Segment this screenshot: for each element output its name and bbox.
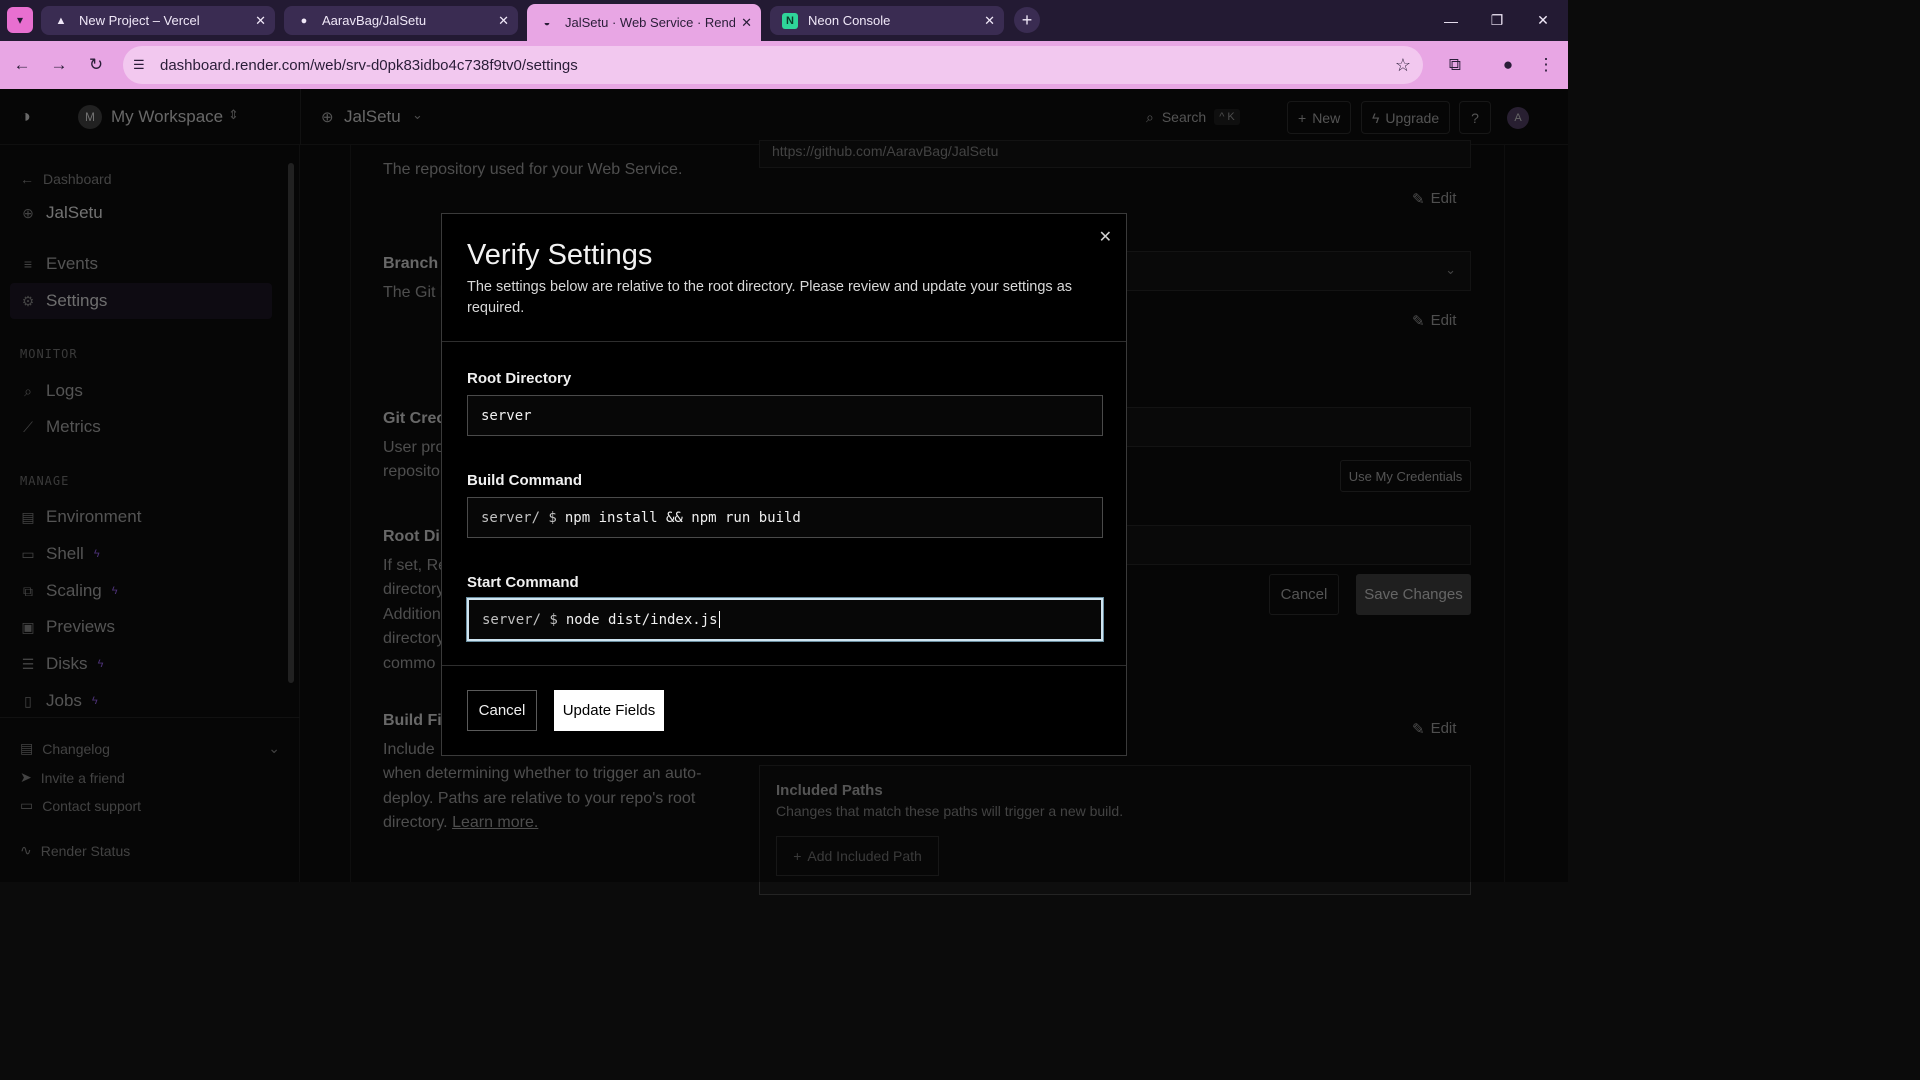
start-command-prefix: server/ $ [482, 611, 558, 628]
github-icon: ● [300, 14, 308, 27]
render-logo-icon: ◒ [543, 16, 551, 29]
forward-arrow-icon[interactable]: → [46, 52, 72, 78]
cancel-button[interactable]: Cancel [467, 690, 537, 731]
root-directory-label: Root Directory [467, 370, 572, 387]
browser-tab-bar: ▾ ▲ New Project – Vercel ✕ ● AaravBag/Ja… [0, 0, 1568, 41]
update-fields-button[interactable]: Update Fields [554, 690, 664, 731]
build-command-prefix: server/ $ [481, 509, 557, 526]
start-command-value: node dist/index.js [565, 611, 718, 628]
close-icon[interactable]: ✕ [1099, 227, 1112, 247]
verify-settings-modal: ✕ Verify Settings The settings below are… [441, 213, 1127, 756]
url-input[interactable]: ☰ dashboard.render.com/web/srv-d0pk83idb… [123, 46, 1423, 84]
text-caret [718, 611, 720, 628]
modal-description: The settings below are relative to the r… [467, 279, 1073, 316]
root-directory-value: server [481, 407, 532, 424]
browser-tab-render[interactable]: ◒ JalSetu · Web Service · Render ✕ [527, 4, 761, 41]
bookmark-star-icon[interactable]: ☆ [1395, 55, 1411, 76]
modal-title: Verify Settings [467, 239, 653, 271]
tab-search-chevron-icon[interactable]: ▾ [7, 7, 33, 33]
tab-title: Neon Console [808, 13, 891, 28]
tab-title: New Project – Vercel [79, 13, 200, 28]
close-tab-icon[interactable]: ✕ [255, 13, 266, 29]
browser-tab-neon[interactable]: N Neon Console ✕ [770, 6, 1004, 35]
browser-address-bar: ← → ↻ ☰ dashboard.render.com/web/srv-d0p… [0, 41, 1568, 89]
close-window-icon[interactable]: ✕ [1520, 0, 1566, 41]
neon-logo-icon: N [782, 12, 798, 29]
minimize-window-icon[interactable]: — [1428, 0, 1474, 41]
close-tab-icon[interactable]: ✕ [498, 13, 509, 29]
profile-avatar-icon[interactable]: ● [1495, 52, 1521, 78]
build-command-input[interactable]: server/ $ npm install && npm run build [467, 497, 1103, 538]
reload-icon[interactable]: ↻ [83, 52, 109, 78]
modal-divider [442, 341, 1126, 342]
root-directory-input[interactable]: server [467, 395, 1103, 436]
new-tab-plus-icon[interactable]: + [1014, 7, 1040, 33]
close-tab-icon[interactable]: ✕ [984, 13, 995, 29]
restore-window-icon[interactable]: ❐ [1474, 0, 1520, 41]
modal-divider [442, 665, 1126, 666]
browser-tab-github[interactable]: ● AaravBag/JalSetu ✕ [284, 6, 518, 35]
browser-tab-vercel[interactable]: ▲ New Project – Vercel ✕ [41, 6, 275, 35]
vercel-triangle-icon: ▲ [55, 14, 67, 27]
tab-title: JalSetu · Web Service · Render [565, 15, 735, 30]
tab-title: AaravBag/JalSetu [322, 13, 427, 28]
browser-menu-icon[interactable]: ⋮ [1533, 52, 1559, 78]
build-command-label: Build Command [467, 472, 582, 489]
site-info-icon[interactable]: ☰ [133, 57, 145, 73]
build-command-value: npm install && npm run build [564, 509, 801, 526]
close-tab-icon[interactable]: ✕ [741, 15, 752, 31]
extensions-puzzle-icon[interactable]: ⧉ [1442, 52, 1468, 78]
url-text: dashboard.render.com/web/srv-d0pk83idbo4… [160, 56, 578, 74]
back-arrow-icon[interactable]: ← [9, 52, 35, 78]
start-command-label: Start Command [467, 574, 579, 591]
start-command-input[interactable]: server/ $ node dist/index.js [466, 597, 1104, 642]
